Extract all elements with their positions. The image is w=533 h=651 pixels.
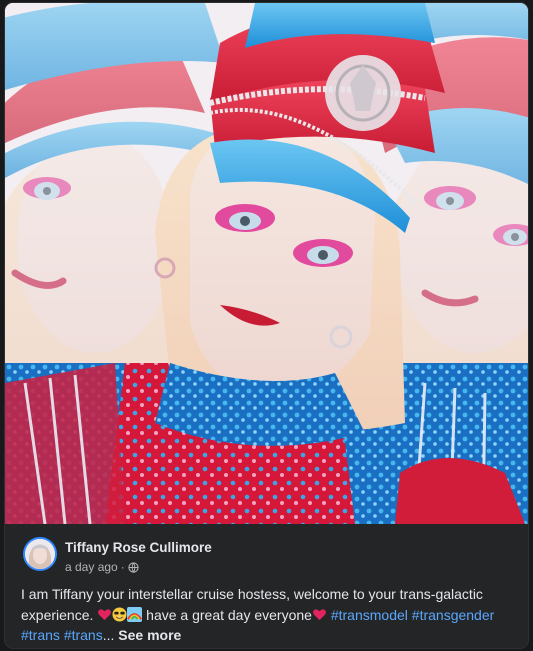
red-heart-emoji [98,608,112,620]
post-meta: Tiffany Rose Cullimore a day ago · I am … [5,524,528,648]
post-photo-art [5,3,528,524]
post-photo[interactable] [5,3,528,524]
caption-mid: have a great day everyone [146,606,312,623]
hashtag-link[interactable]: #trans [21,627,60,643]
rainbow-emoji [127,606,143,622]
caption-truncation: ... [102,627,115,643]
post-card: Tiffany Rose Cullimore a day ago · I am … [5,3,528,648]
post-timestamp[interactable]: a day ago [65,560,118,574]
hashtag-link[interactable]: #transgender [412,607,495,623]
separator-dot: · [120,560,125,574]
author-name[interactable]: Tiffany Rose Cullimore [65,540,212,555]
avatar-image [25,539,55,569]
red-heart-emoji [312,608,326,620]
see-more-link[interactable]: See more [118,627,181,643]
globe-icon [128,561,139,573]
post-timestamp-row: a day ago · [65,560,139,574]
hashtag-link[interactable]: #trans [64,627,103,643]
hashtag-link[interactable]: #transmodel [331,607,408,623]
grinning-sunglasses-emoji [112,606,127,622]
author-avatar[interactable] [23,537,57,571]
post-caption: I am Tiffany your interstellar cruise ho… [21,584,516,646]
